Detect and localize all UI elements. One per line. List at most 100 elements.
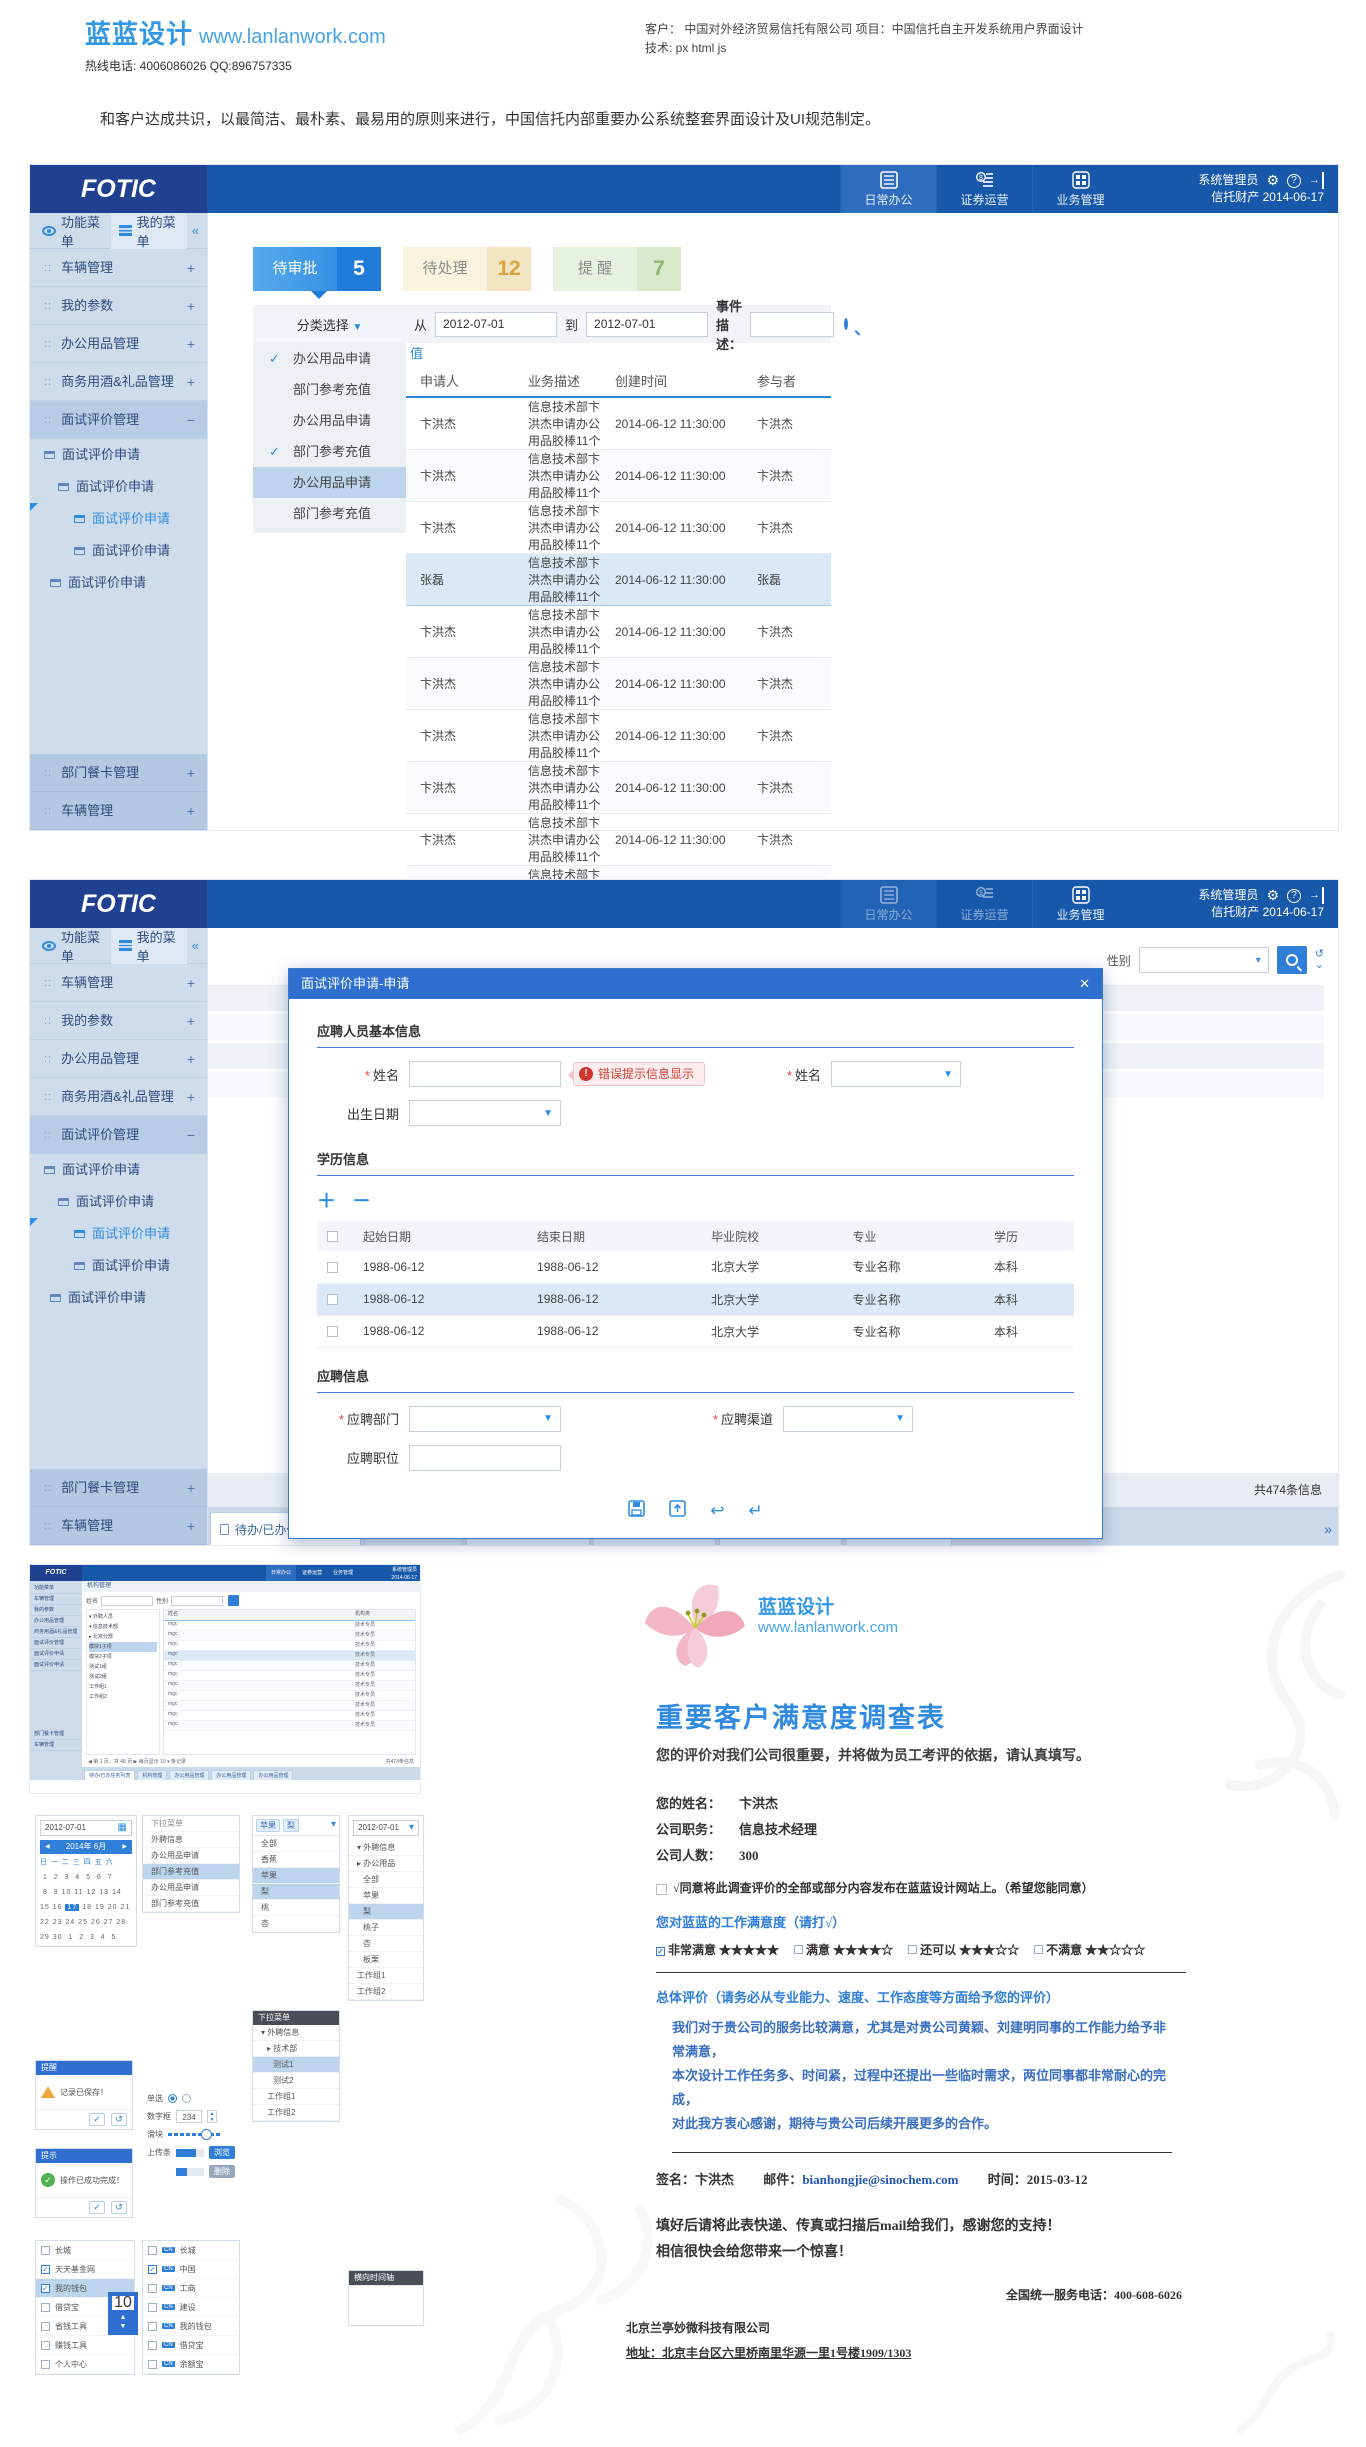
- search-icon[interactable]: [844, 318, 848, 330]
- mini-row[interactable]: mgc技术专员: [164, 1711, 415, 1721]
- expand-icon[interactable]: +: [187, 1002, 195, 1040]
- nav-daily-office[interactable]: 日常办公: [840, 165, 936, 213]
- sidebar-tab-function-menu[interactable]: 功能菜单: [61, 212, 106, 250]
- logout-icon[interactable]: →: [1309, 887, 1324, 904]
- menu-item[interactable]: 办公用品申请: [143, 1848, 239, 1864]
- mini-sidebar-item[interactable]: 面试评价申请: [30, 1660, 82, 1671]
- mini-name-select[interactable]: [101, 1596, 153, 1606]
- sidebar-item-office-supplies[interactable]: ::办公用品管理+: [30, 325, 207, 363]
- mini-doc-tab[interactable]: 办公用品管理: [211, 1770, 251, 1780]
- mini-row[interactable]: mgc技术专员: [164, 1631, 415, 1641]
- mini-tree-item[interactable]: 工作组1: [89, 1682, 157, 1692]
- mini-sidebar-item[interactable]: 面试评价申请: [30, 1649, 82, 1660]
- tree-item[interactable]: 面试评价申请: [30, 535, 207, 567]
- sidebar-collapse-button[interactable]: «: [192, 938, 199, 953]
- stepper-buttons[interactable]: ▲▼: [207, 2110, 217, 2123]
- tab-pending-process[interactable]: 待处理12: [403, 247, 531, 291]
- stepper-up[interactable]: ▲: [112, 2313, 134, 2322]
- expand-icon[interactable]: +: [187, 249, 195, 287]
- table-row[interactable]: 1988-06-121988-06-12北京大学专业名称本科: [317, 1251, 1074, 1283]
- date-to-input[interactable]: [586, 312, 708, 337]
- table-row[interactable]: 卞洪杰信息技术部卞洪杰申请办公用品胶棒11个2014-06-12 11:30:0…: [406, 710, 831, 762]
- check-item[interactable]: CN建设: [143, 2298, 239, 2317]
- mini-nav-item[interactable]: 日常办公: [266, 1565, 296, 1581]
- sidebar-item-vehicle[interactable]: ::车辆管理+: [30, 249, 207, 287]
- mini-doc-tab[interactable]: 办公用品管理: [253, 1770, 293, 1780]
- table-row[interactable]: 1988-06-121988-06-12北京大学专业名称本科: [317, 1315, 1074, 1347]
- delete-button[interactable]: 删除: [209, 2165, 235, 2178]
- name-input[interactable]: [409, 1061, 561, 1087]
- mini-doc-tab[interactable]: 待办/已办任务列表: [84, 1770, 135, 1780]
- sidebar-item-vehicle[interactable]: ::车辆管理+: [30, 964, 207, 1002]
- checkbox-checked[interactable]: ✓: [148, 2265, 157, 2274]
- nav-business[interactable]: 业务管理: [1032, 165, 1128, 213]
- option[interactable]: 香蕉: [253, 1852, 339, 1868]
- check-item[interactable]: CN借贷宝: [143, 2336, 239, 2355]
- tree-node[interactable]: 板栗: [349, 1952, 423, 1968]
- gender-select[interactable]: ▾: [1139, 947, 1269, 973]
- checkbox-checked[interactable]: ✓: [656, 1947, 665, 1956]
- mini-row[interactable]: mgc技术专员: [164, 1641, 415, 1651]
- checkbox[interactable]: [148, 2284, 157, 2293]
- tree-node[interactable]: ▸ 技术部: [253, 2041, 339, 2057]
- mini-row[interactable]: mgc技术专员: [164, 1661, 415, 1671]
- checkbox[interactable]: [327, 1326, 338, 1337]
- checkbox[interactable]: [656, 1884, 667, 1895]
- checkbox[interactable]: [794, 1945, 803, 1954]
- nav-daily-office[interactable]: 日常办公: [840, 880, 936, 928]
- add-row-button[interactable]: ＋: [317, 1186, 336, 1213]
- reset-icon[interactable]: ↺⌄: [1315, 949, 1324, 971]
- mail-link[interactable]: bianhongjie@sinochem.com: [802, 2172, 958, 2187]
- sidebar-item-params[interactable]: ::我的参数+: [30, 287, 207, 325]
- cancel-button[interactable]: ↺: [111, 2201, 127, 2214]
- option-selected[interactable]: 梨: [253, 1884, 339, 1900]
- dropdown-option[interactable]: 部门参考充值: [253, 498, 406, 529]
- checkbox[interactable]: [41, 2341, 50, 2350]
- next-month-button[interactable]: ▶: [122, 1840, 127, 1854]
- table-row[interactable]: 卞洪杰信息技术部卞洪杰申请办公用品胶棒11个2014-06-12 11:30:0…: [406, 450, 831, 502]
- channel-select[interactable]: ▼: [783, 1406, 913, 1432]
- mini-tree-item-active[interactable]: 模块1子项: [89, 1642, 157, 1652]
- mini-sidebar-item[interactable]: 部门餐卡管理: [30, 1729, 82, 1740]
- mini-sidebar-item[interactable]: 车辆管理: [30, 1740, 82, 1751]
- submit-icon[interactable]: [669, 1500, 686, 1522]
- tree-node[interactable]: 测试2: [253, 2073, 339, 2089]
- option-selected[interactable]: 苹果: [253, 1868, 339, 1884]
- tab-reminder[interactable]: 提 醒7: [553, 247, 681, 291]
- radio-selected[interactable]: [168, 2094, 177, 2103]
- mini-sidebar-item[interactable]: 商务用酒&礼品管理: [30, 1627, 82, 1638]
- mini-tree-item[interactable]: 测试1组: [89, 1662, 157, 1672]
- sidebar-item-wine-gifts[interactable]: ::商务用酒&礼品管理+: [30, 363, 207, 401]
- tree-item[interactable]: 面试评价申请: [30, 1186, 207, 1218]
- slider[interactable]: [168, 2133, 220, 2136]
- tree-item[interactable]: 面试评价申请: [30, 439, 207, 471]
- mini-sidebar-item[interactable]: 面试评价管理: [30, 1638, 82, 1649]
- sidebar-tab-function-menu[interactable]: 功能菜单: [61, 927, 106, 965]
- option[interactable]: 杏: [253, 1916, 339, 1932]
- confirm-button[interactable]: ✓: [89, 2201, 105, 2214]
- table-row[interactable]: 卞洪杰信息技术部卞洪杰申请办公用品胶棒11个2014-06-12 11:30:0…: [406, 397, 831, 450]
- menu-item[interactable]: 外聘信息: [143, 1832, 239, 1848]
- sidebar-item-meal-card[interactable]: ::部门餐卡管理+: [30, 754, 207, 792]
- check-item[interactable]: 长城: [36, 2241, 134, 2260]
- birth-select[interactable]: ▼: [409, 1100, 561, 1126]
- sidebar-item-interview[interactable]: ::面试评价管理−: [30, 1116, 207, 1154]
- expand-icon[interactable]: +: [187, 287, 195, 325]
- confirm-button[interactable]: ✓: [89, 2113, 105, 2126]
- sidebar-item-office-supplies[interactable]: ::办公用品管理+: [30, 1040, 207, 1078]
- checkbox-checked[interactable]: ✓: [41, 2284, 50, 2293]
- menu-item-hover[interactable]: 部门参考充值: [143, 1864, 239, 1880]
- prev-month-button[interactable]: ◀: [45, 1840, 50, 1854]
- expand-icon[interactable]: +: [187, 792, 195, 830]
- tree-node[interactable]: 全部: [349, 1872, 423, 1888]
- tree-date-input[interactable]: 2012-07-01▾: [353, 1820, 419, 1836]
- more-tabs-button[interactable]: »: [1324, 1521, 1332, 1545]
- mini-row[interactable]: mgc技术专员: [164, 1671, 415, 1681]
- mini-doc-tab[interactable]: 机构管理: [137, 1770, 167, 1780]
- checkbox[interactable]: [41, 2322, 50, 2331]
- tree-node[interactable]: 苹果: [349, 1888, 423, 1904]
- table-row[interactable]: 卞洪杰信息技术部卞洪杰申请办公用品胶棒11个2014-06-12 11:30:0…: [406, 658, 831, 710]
- check-item[interactable]: ✓CN中国: [143, 2260, 239, 2279]
- mini-sidebar-item[interactable]: 我的参数: [30, 1605, 82, 1616]
- tree-node-selected[interactable]: 测试1: [253, 2057, 339, 2073]
